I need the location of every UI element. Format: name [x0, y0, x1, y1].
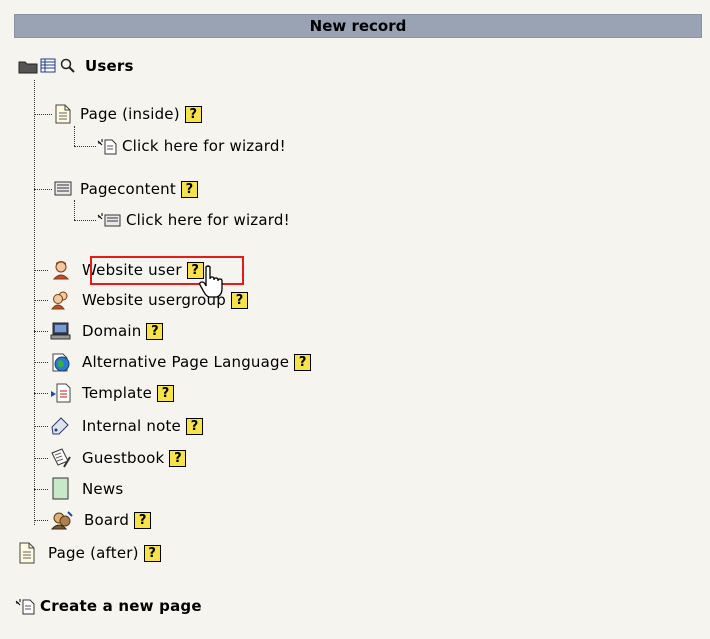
tree-line	[74, 200, 75, 220]
template-icon	[51, 383, 71, 403]
record-label[interactable]: Board	[84, 511, 129, 529]
record-row[interactable]: News	[50, 477, 123, 500]
record-label[interactable]: Template	[82, 384, 152, 402]
page-inside-label[interactable]: Page (inside)	[80, 105, 180, 123]
help-icon[interactable]: ?	[157, 384, 175, 402]
help-icon[interactable]: ?	[184, 105, 202, 123]
page-after-row[interactable]: Page (after) ?	[18, 542, 161, 564]
record-label[interactable]: Internal note	[82, 417, 181, 435]
help-icon[interactable]: ?	[180, 180, 198, 198]
record-row[interactable]: Domain ?	[50, 320, 164, 342]
page-wizard-row[interactable]: Click here for wizard!	[96, 135, 286, 157]
guestbook-icon	[51, 448, 71, 468]
content-wizard-label[interactable]: Click here for wizard!	[126, 211, 290, 229]
wizard-page-icon	[97, 139, 117, 155]
page-after-label[interactable]: Page (after)	[48, 544, 139, 562]
page-wizard-label[interactable]: Click here for wizard!	[122, 137, 286, 155]
record-row[interactable]: Template ?	[50, 382, 175, 404]
panel-header: New record	[14, 14, 702, 38]
help-icon[interactable]: ?	[185, 417, 203, 435]
page-inside-row[interactable]: Page (inside) ?	[54, 103, 202, 125]
wizard-content-icon	[97, 213, 121, 227]
help-icon[interactable]: ?	[294, 353, 312, 371]
record-label[interactable]: Domain	[82, 322, 141, 340]
board-icon	[50, 511, 73, 530]
folder-icon	[18, 61, 38, 74]
tree-line	[74, 126, 75, 146]
hand-cursor-icon	[199, 265, 223, 298]
root-label[interactable]: Users	[85, 57, 134, 75]
list-view-icon[interactable]	[40, 58, 57, 74]
record-label[interactable]: Guestbook	[82, 449, 164, 467]
record-row[interactable]: Internal note ?	[50, 415, 203, 437]
record-label[interactable]: News	[82, 480, 123, 498]
record-row[interactable]: Guestbook ?	[50, 447, 187, 469]
news-icon	[52, 477, 69, 500]
help-icon[interactable]: ?	[169, 449, 187, 467]
globe-icon	[52, 353, 70, 372]
record-label[interactable]: Alternative Page Language	[82, 353, 289, 371]
help-icon[interactable]: ?	[230, 291, 248, 309]
content-wizard-row[interactable]: Click here for wizard!	[96, 209, 290, 231]
help-icon[interactable]: ?	[134, 511, 152, 529]
search-icon[interactable]	[59, 58, 77, 74]
pagecontent-row[interactable]: Pagecontent ?	[54, 178, 198, 200]
record-row[interactable]: Alternative Page Language ?	[50, 351, 312, 373]
panel-title: New record	[309, 17, 407, 35]
pagecontent-icon	[54, 181, 72, 196]
record-row[interactable]: Board ?	[50, 509, 152, 531]
page-icon	[55, 104, 71, 124]
create-page-label[interactable]: Create a new page	[40, 597, 202, 615]
domain-icon	[50, 322, 71, 340]
page-icon	[19, 542, 35, 564]
root-row: Users	[18, 55, 134, 77]
pagecontent-label[interactable]: Pagecontent	[80, 180, 176, 198]
help-icon[interactable]: ?	[143, 544, 161, 562]
create-page-row[interactable]: Create a new page	[14, 595, 202, 617]
help-icon[interactable]: ?	[146, 322, 164, 340]
note-tag-icon	[51, 417, 69, 435]
wizard-page-icon	[15, 599, 35, 615]
website-usergroup-icon	[50, 291, 68, 310]
website-user-icon	[52, 261, 70, 280]
